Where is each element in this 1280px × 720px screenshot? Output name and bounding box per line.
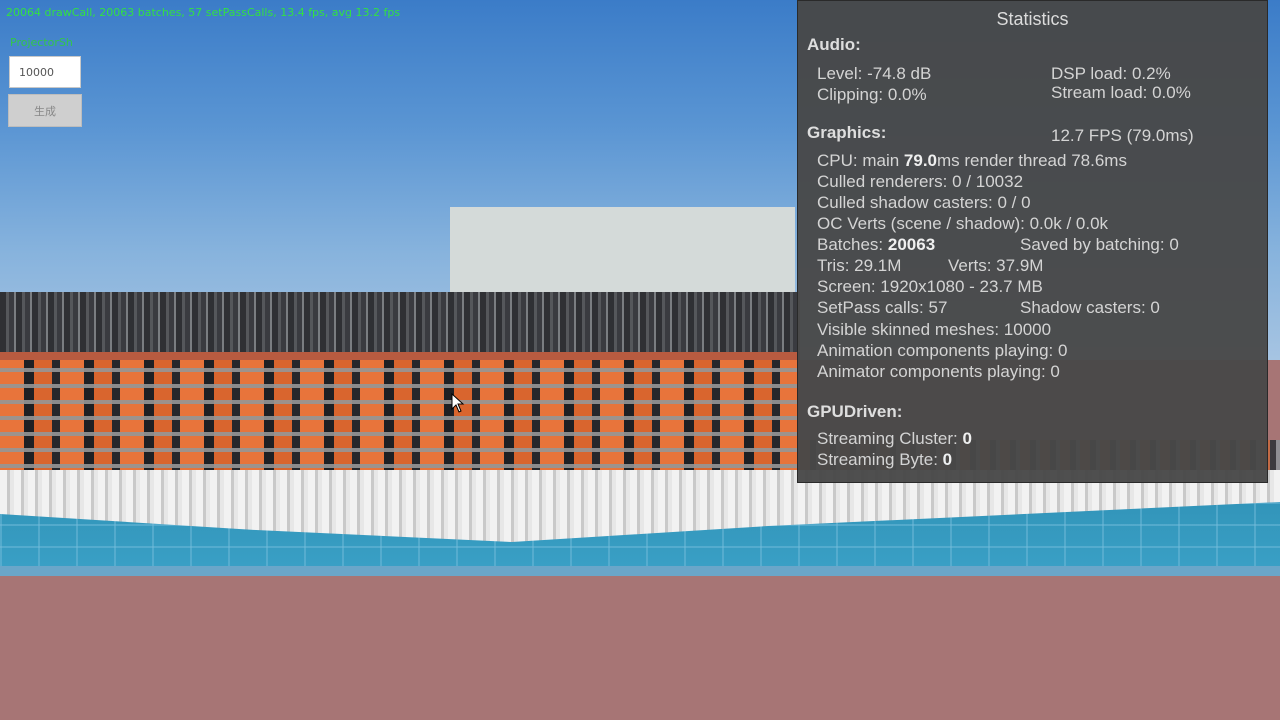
audio-stream-load: Stream load: 0.0% [1051, 83, 1191, 102]
graphics-culled-renderers: Culled renderers: 0 / 10032 [817, 172, 1024, 191]
crowd-back-rows [0, 292, 800, 358]
billboard-plane [450, 207, 795, 297]
cpu-main-value: 79.0 [903, 151, 938, 170]
render-stats-line: 20064 drawCall, 20063 batches, 57 setPas… [6, 6, 401, 19]
graphics-tris: Tris: 29.1M [817, 256, 902, 275]
audio-clipping: Clipping: 0.0% [817, 85, 927, 104]
graphics-verts: Verts: 37.9M [948, 256, 1044, 275]
graphics-screen: Screen: 1920x1080 - 23.7 MB [817, 277, 1043, 296]
graphics-fps: 12.7 FPS (79.0ms) [1051, 126, 1194, 145]
mouse-cursor-icon [451, 393, 465, 413]
cluster-value: 0 [962, 429, 972, 448]
projector-label: ProjectorSh [10, 36, 73, 49]
ground-edge [0, 566, 1280, 576]
graphics-culled-shadow: Culled shadow casters: 0 / 0 [817, 193, 1031, 212]
audio-level: Level: -74.8 dB [817, 64, 932, 83]
graphics-heading: Graphics: [807, 123, 887, 142]
batches-value: 20063 [887, 235, 936, 254]
graphics-oc-verts: OC Verts (scene / shadow): 0.0k / 0.0k [817, 214, 1109, 233]
statistics-panel: Statistics Audio: Level: -74.8 dB DSP lo… [797, 0, 1268, 483]
graphics-cpu: CPU: main 79.0ms render thread 78.6ms [817, 151, 1127, 170]
graphics-saved-batching: Saved by batching: 0 [1020, 235, 1179, 254]
audio-dsp-load: DSP load: 0.2% [1051, 64, 1171, 83]
byte-value: 0 [942, 450, 953, 469]
panel-title: Statistics [996, 9, 1069, 29]
graphics-animation: Animation components playing: 0 [817, 341, 1068, 360]
audio-heading: Audio: [807, 35, 861, 54]
gpudriven-cluster: Streaming Cluster: 0 [817, 429, 972, 448]
gpudriven-byte: Streaming Byte: 0 [817, 450, 953, 469]
graphics-animator: Animator components playing: 0 [817, 362, 1060, 381]
graphics-skinned-meshes: Visible skinned meshes: 10000 [817, 320, 1052, 339]
floor [0, 576, 1280, 720]
graphics-batches: Batches: 20063 [817, 235, 936, 254]
generate-button[interactable]: 生成 [8, 94, 82, 127]
gpudriven-heading: GPUDriven: [807, 402, 903, 421]
count-input[interactable] [9, 56, 81, 88]
graphics-shadow-casters: Shadow casters: 0 [1020, 298, 1160, 317]
crowd-front-rows [0, 360, 800, 480]
graphics-setpass: SetPass calls: 57 [817, 298, 948, 317]
